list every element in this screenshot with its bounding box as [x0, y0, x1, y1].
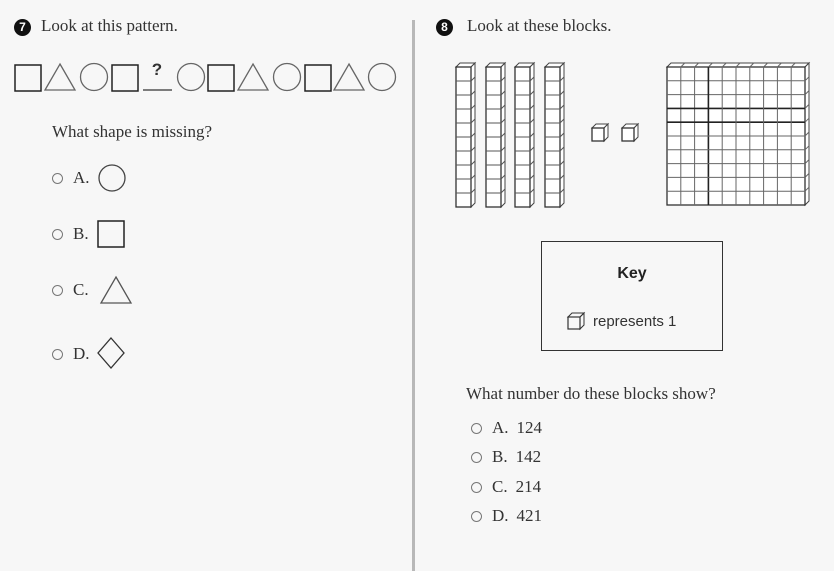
option-value: 421 [516, 506, 543, 525]
option-letter: D. [492, 506, 509, 525]
q8-option-b[interactable]: B. 142 [471, 447, 541, 467]
ten-rod [543, 61, 566, 209]
key-title: Key [617, 265, 647, 282]
q8-option-c[interactable]: C. 214 [471, 477, 541, 497]
q8-option-d[interactable]: D. 421 [471, 506, 542, 526]
unit-cube [620, 122, 640, 143]
radio-button[interactable] [52, 284, 63, 296]
option-letter: B. [492, 447, 508, 466]
ten-rod [454, 61, 477, 209]
option-letter: C. [73, 280, 89, 299]
radio-button[interactable] [471, 510, 482, 522]
radio-button[interactable] [52, 348, 63, 360]
diamond-icon [96, 337, 125, 369]
triangle-icon [99, 275, 132, 304]
option-letter: C. [492, 477, 508, 496]
q8-option-a[interactable]: A. 124 [471, 418, 542, 438]
option-value: 142 [515, 447, 542, 466]
unit-cube [590, 122, 610, 143]
q7-option-c[interactable]: C. [52, 275, 133, 304]
q7-option-d[interactable]: D. [52, 337, 128, 371]
ten-rod [513, 61, 536, 209]
unit-cube-icon [566, 311, 586, 331]
option-letter: A. [492, 418, 509, 437]
option-letter: D. [73, 344, 90, 363]
radio-button[interactable] [52, 228, 63, 240]
option-value: 214 [515, 477, 542, 496]
hundred-flat [665, 61, 811, 207]
ten-rod [484, 61, 507, 209]
radio-button[interactable] [471, 451, 482, 463]
question-8-question: What number do these blocks show? [466, 384, 716, 403]
option-value: 124 [516, 418, 543, 437]
key-box: Key represents 1 [541, 241, 723, 351]
base-ten-blocks [454, 61, 811, 209]
radio-button[interactable] [471, 422, 482, 434]
radio-button[interactable] [471, 481, 482, 493]
key-text: represents 1 [593, 312, 677, 330]
